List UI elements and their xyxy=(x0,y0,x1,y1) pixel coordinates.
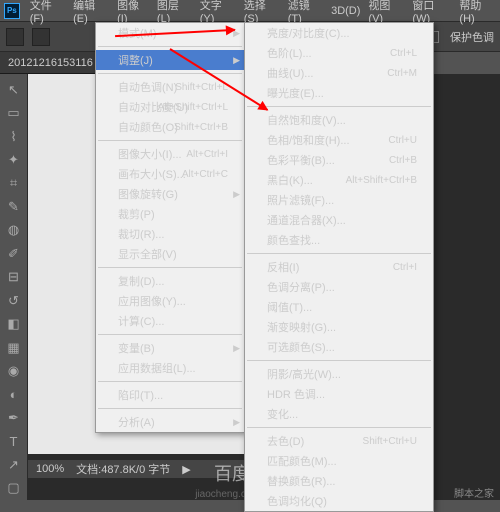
adjustments-submenu: 亮度/对比度(C)... 色阶(L)...Ctrl+L 曲线(U)...Ctrl… xyxy=(244,22,434,512)
menu-layer[interactable]: 图层(L) xyxy=(153,0,196,25)
mi-reveal-all: 显示全部(V) xyxy=(96,244,244,264)
path-tool-icon[interactable]: ↗ xyxy=(3,454,25,475)
menu-help[interactable]: 帮助(H) xyxy=(455,0,500,25)
mi-replace-color[interactable]: 替换颜色(R)... xyxy=(245,471,433,491)
mi-equalize[interactable]: 色调均化(Q) xyxy=(245,491,433,511)
mi-apply-data: 应用数据组(L)... xyxy=(96,358,244,378)
mi-analysis[interactable]: 分析(A)▶ xyxy=(96,412,244,432)
menu-select[interactable]: 选择(S) xyxy=(240,0,284,25)
lasso-tool-icon[interactable]: ⌇ xyxy=(3,126,25,147)
image-menu-dropdown: 模式(M)▶ 调整(J)▶ 自动色调(N)Shift+Ctrl+L 自动对比度(… xyxy=(95,22,245,433)
menu-view[interactable]: 视图(V) xyxy=(364,0,408,25)
mi-gradient-map[interactable]: 渐变映射(G)... xyxy=(245,317,433,337)
menu-filter[interactable]: 滤镜(T) xyxy=(284,0,327,25)
menu-3d[interactable]: 3D(D) xyxy=(327,5,364,17)
brush-tool-icon[interactable]: ✐ xyxy=(3,243,25,264)
footer-site: 脚本之家 xyxy=(454,485,494,500)
crop-tool-icon[interactable]: ⌗ xyxy=(3,173,25,194)
pen-tool-icon[interactable]: ✒ xyxy=(3,407,25,428)
tool-preset-icon[interactable] xyxy=(6,28,24,46)
stamp-tool-icon[interactable]: ⊟ xyxy=(3,267,25,288)
zoom-level[interactable]: 100% xyxy=(36,463,64,475)
mi-adjustments[interactable]: 调整(J)▶ xyxy=(96,50,244,70)
mi-trap: 陷印(T)... xyxy=(96,385,244,405)
mi-auto-color[interactable]: 自动颜色(O)Shift+Ctrl+B xyxy=(96,117,244,137)
mi-auto-contrast[interactable]: 自动对比度(U)Alt+Shift+Ctrl+L xyxy=(96,97,244,117)
chevron-right-icon[interactable]: ▶ xyxy=(182,463,190,476)
mi-duplicate[interactable]: 复制(D)... xyxy=(96,271,244,291)
mi-selective[interactable]: 可选颜色(S)... xyxy=(245,337,433,357)
mi-hue[interactable]: 色相/饱和度(H)...Ctrl+U xyxy=(245,130,433,150)
mi-lookup[interactable]: 颜色查找... xyxy=(245,230,433,250)
mi-levels[interactable]: 色阶(L)...Ctrl+L xyxy=(245,43,433,63)
blur-tool-icon[interactable]: ◉ xyxy=(3,360,25,381)
mi-calculations[interactable]: 计算(C)... xyxy=(96,311,244,331)
swatch-icon[interactable] xyxy=(32,28,50,46)
move-tool-icon[interactable]: ↖ xyxy=(3,79,25,100)
mi-bw[interactable]: 黑白(K)...Alt+Shift+Ctrl+B xyxy=(245,170,433,190)
mi-match-color[interactable]: 匹配颜色(M)... xyxy=(245,451,433,471)
history-brush-icon[interactable]: ↺ xyxy=(3,290,25,311)
menu-file[interactable]: 文件(F) xyxy=(26,0,69,25)
menu-window[interactable]: 窗口(W) xyxy=(408,0,455,25)
dodge-tool-icon[interactable]: ◐ xyxy=(3,384,25,405)
eraser-tool-icon[interactable]: ◧ xyxy=(3,313,25,334)
mi-threshold[interactable]: 阈值(T)... xyxy=(245,297,433,317)
protect-tones-label: 保护色调 xyxy=(450,29,494,45)
mi-desaturate[interactable]: 去色(D)Shift+Ctrl+U xyxy=(245,431,433,451)
marquee-tool-icon[interactable]: ▭ xyxy=(3,102,25,123)
menu-type[interactable]: 文字(Y) xyxy=(196,0,240,25)
menubar: Ps 文件(F) 编辑(E) 图像(I) 图层(L) 文字(Y) 选择(S) 滤… xyxy=(0,0,500,22)
mi-brightness[interactable]: 亮度/对比度(C)... xyxy=(245,23,433,43)
wand-tool-icon[interactable]: ✦ xyxy=(3,149,25,170)
mi-variations: 变化... xyxy=(245,404,433,424)
mi-auto-tone[interactable]: 自动色调(N)Shift+Ctrl+L xyxy=(96,77,244,97)
mi-photo-filter[interactable]: 照片滤镜(F)... xyxy=(245,190,433,210)
mi-invert[interactable]: 反相(I)Ctrl+I xyxy=(245,257,433,277)
mi-image-size[interactable]: 图像大小(I)...Alt+Ctrl+I xyxy=(96,144,244,164)
mi-shadows[interactable]: 阴影/高光(W)... xyxy=(245,364,433,384)
mi-balance[interactable]: 色彩平衡(B)...Ctrl+B xyxy=(245,150,433,170)
mi-variables: 变量(B)▶ xyxy=(96,338,244,358)
doc-size: 文档:487.8K/0 字节 xyxy=(76,461,170,477)
gradient-tool-icon[interactable]: ▦ xyxy=(3,337,25,358)
heal-tool-icon[interactable]: ◍ xyxy=(3,220,25,241)
shape-tool-icon[interactable]: ▢ xyxy=(3,477,25,498)
mi-mixer[interactable]: 通道混合器(X)... xyxy=(245,210,433,230)
mi-vibrance[interactable]: 自然饱和度(V)... xyxy=(245,110,433,130)
mi-canvas-size[interactable]: 画布大小(S)...Alt+Ctrl+C xyxy=(96,164,244,184)
type-tool-icon[interactable]: T xyxy=(3,431,25,452)
mi-hdr[interactable]: HDR 色调... xyxy=(245,384,433,404)
mi-curves[interactable]: 曲线(U)...Ctrl+M xyxy=(245,63,433,83)
mi-mode[interactable]: 模式(M)▶ xyxy=(96,23,244,43)
menu-image[interactable]: 图像(I) xyxy=(113,0,153,25)
tool-panel: ↖ ▭ ⌇ ✦ ⌗ ✎ ◍ ✐ ⊟ ↺ ◧ ▦ ◉ ◐ ✒ T ↗ ▢ xyxy=(0,74,28,500)
mi-crop[interactable]: 裁剪(P) xyxy=(96,204,244,224)
mi-exposure[interactable]: 曝光度(E)... xyxy=(245,83,433,103)
mi-rotate[interactable]: 图像旋转(G)▶ xyxy=(96,184,244,204)
menu-edit[interactable]: 编辑(E) xyxy=(69,0,113,25)
mi-apply-image[interactable]: 应用图像(Y)... xyxy=(96,291,244,311)
eyedropper-tool-icon[interactable]: ✎ xyxy=(3,196,25,217)
ps-logo-icon: Ps xyxy=(4,3,20,19)
mi-trim[interactable]: 裁切(R)... xyxy=(96,224,244,244)
mi-posterize[interactable]: 色调分离(P)... xyxy=(245,277,433,297)
